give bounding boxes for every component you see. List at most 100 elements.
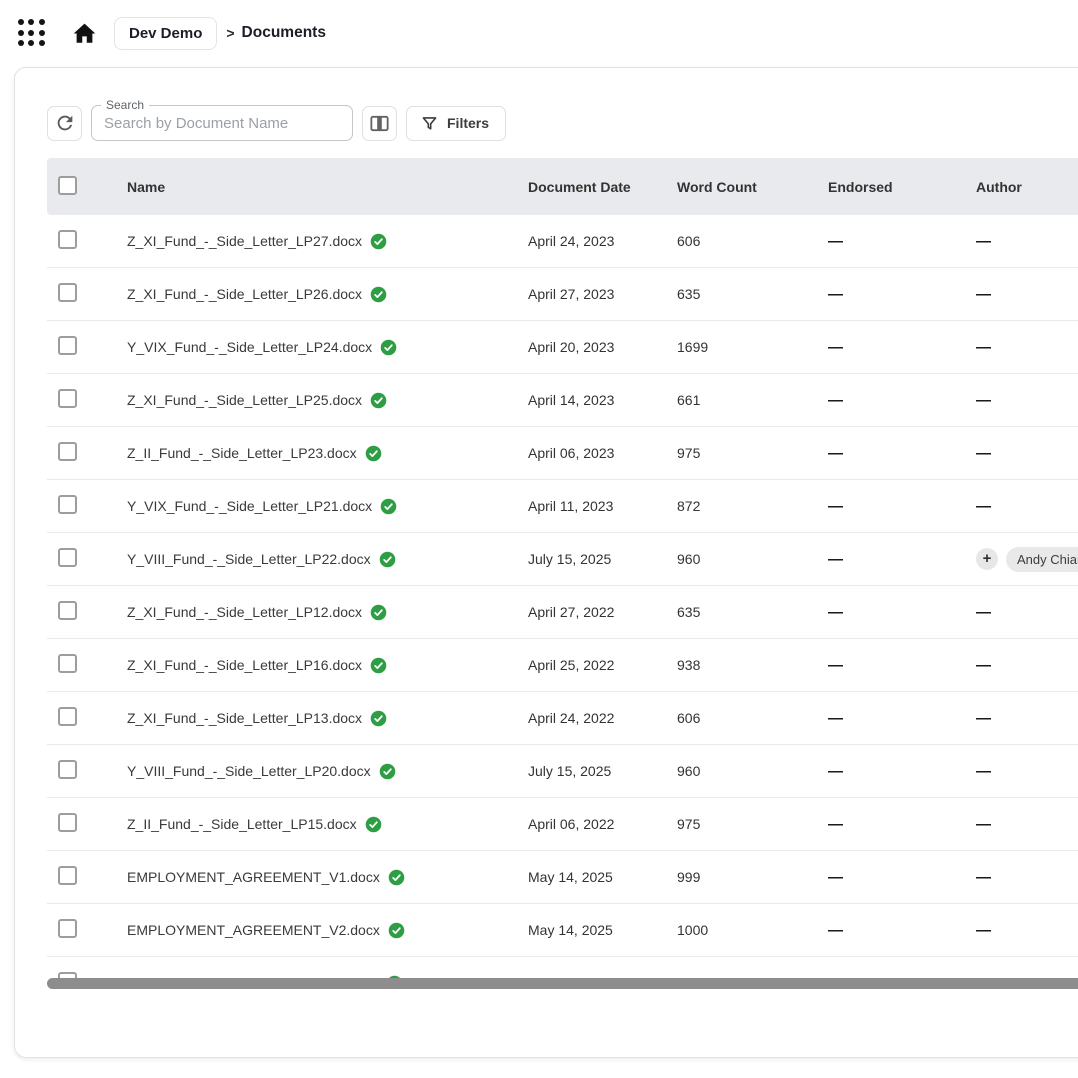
- author-chip[interactable]: Andy Chian: [1006, 547, 1078, 572]
- document-date: May 14, 2025: [528, 869, 677, 885]
- word-count: 1699: [677, 339, 828, 355]
- document-name[interactable]: Y_VIII_Fund_-_Side_Letter_LP20.docx: [127, 763, 371, 779]
- document-date: April 20, 2023: [528, 339, 677, 355]
- verified-check-icon: [370, 286, 387, 303]
- author-cell: —: [976, 710, 1078, 727]
- table-row: Z_XI_Fund_-_Side_Letter_LP16.docx April …: [47, 639, 1078, 692]
- verified-check-icon: [380, 339, 397, 356]
- author-cell: —: [976, 657, 1078, 674]
- document-date: April 27, 2023: [528, 286, 677, 302]
- home-icon: [71, 20, 98, 47]
- row-checkbox[interactable]: [58, 654, 77, 673]
- document-name[interactable]: Z_XI_Fund_-_Side_Letter_LP16.docx: [127, 657, 362, 673]
- refresh-button[interactable]: [47, 106, 82, 141]
- author-cell: —: [976, 233, 1078, 250]
- table-row: EMPLOYMENT_AGREEMENT_V1.docx May 14, 202…: [47, 851, 1078, 904]
- view-columns-icon: [368, 112, 391, 135]
- author-empty-value: —: [976, 604, 991, 621]
- word-count: 872: [677, 498, 828, 514]
- author-cell: —: [976, 286, 1078, 303]
- column-header-word-count[interactable]: Word Count: [677, 179, 828, 195]
- row-checkbox[interactable]: [58, 389, 77, 408]
- add-author-button[interactable]: +: [976, 548, 998, 570]
- author-cell: —: [976, 604, 1078, 621]
- filters-button[interactable]: Filters: [406, 106, 506, 141]
- table-row-partial: [47, 957, 1078, 980]
- column-settings-button[interactable]: [362, 106, 397, 141]
- author-cell: —: [976, 392, 1078, 409]
- endorsed-value: —: [828, 286, 976, 303]
- document-date: May 14, 2025: [528, 922, 677, 938]
- author-cell: —: [976, 869, 1078, 886]
- word-count: 960: [677, 763, 828, 779]
- word-count: 661: [677, 392, 828, 408]
- endorsed-value: —: [828, 710, 976, 727]
- document-name[interactable]: Y_VIX_Fund_-_Side_Letter_LP24.docx: [127, 339, 372, 355]
- document-name[interactable]: EMPLOYMENT_AGREEMENT_V2.docx: [127, 922, 380, 938]
- column-header-document-date[interactable]: Document Date: [528, 179, 677, 195]
- breadcrumb-root-label: Dev Demo: [129, 25, 202, 42]
- column-header-author[interactable]: Author: [976, 179, 1078, 195]
- author-empty-value: —: [976, 233, 991, 250]
- document-name[interactable]: EMPLOYMENT_AGREEMENT_V1.docx: [127, 869, 380, 885]
- table-row: Z_XI_Fund_-_Side_Letter_LP13.docx April …: [47, 692, 1078, 745]
- document-name[interactable]: Y_VIII_Fund_-_Side_Letter_LP22.docx: [127, 551, 371, 567]
- row-checkbox[interactable]: [58, 336, 77, 355]
- table-row: Y_VIII_Fund_-_Side_Letter_LP22.docx July…: [47, 533, 1078, 586]
- document-name[interactable]: Y_VIX_Fund_-_Side_Letter_LP21.docx: [127, 498, 372, 514]
- apps-grid-icon[interactable]: [18, 19, 45, 47]
- filter-icon: [420, 114, 439, 133]
- top-bar: Dev Demo > Documents: [0, 0, 1078, 66]
- document-name[interactable]: Z_II_Fund_-_Side_Letter_LP15.docx: [127, 816, 357, 832]
- table-row: Z_II_Fund_-_Side_Letter_LP23.docx April …: [47, 427, 1078, 480]
- breadcrumb-separator: >: [226, 25, 234, 41]
- endorsed-value: —: [828, 604, 976, 621]
- document-name[interactable]: Z_XI_Fund_-_Side_Letter_LP27.docx: [127, 233, 362, 249]
- row-checkbox[interactable]: [58, 813, 77, 832]
- verified-check-icon: [365, 445, 382, 462]
- select-all-checkbox[interactable]: [58, 176, 77, 195]
- row-checkbox[interactable]: [58, 495, 77, 514]
- row-checkbox[interactable]: [58, 230, 77, 249]
- verified-check-icon: [388, 869, 405, 886]
- document-date: April 24, 2023: [528, 233, 677, 249]
- table-row: Z_XI_Fund_-_Side_Letter_LP27.docx April …: [47, 215, 1078, 268]
- verified-check-icon: [388, 922, 405, 939]
- verified-check-icon: [379, 763, 396, 780]
- table-row: Z_II_Fund_-_Side_Letter_LP15.docx April …: [47, 798, 1078, 851]
- row-checkbox[interactable]: [58, 760, 77, 779]
- document-name[interactable]: Z_II_Fund_-_Side_Letter_LP23.docx: [127, 445, 357, 461]
- author-empty-value: —: [976, 498, 991, 515]
- endorsed-value: —: [828, 445, 976, 462]
- column-header-name[interactable]: Name: [127, 179, 528, 195]
- column-header-endorsed[interactable]: Endorsed: [828, 179, 976, 195]
- row-checkbox[interactable]: [58, 707, 77, 726]
- author-cell: —: [976, 339, 1078, 356]
- endorsed-value: —: [828, 869, 976, 886]
- document-name[interactable]: Z_XI_Fund_-_Side_Letter_LP12.docx: [127, 604, 362, 620]
- documents-panel: Search Filters Name Document Date Word C…: [14, 67, 1078, 1058]
- document-date: April 11, 2023: [528, 498, 677, 514]
- row-checkbox[interactable]: [58, 866, 77, 885]
- table-body: Z_XI_Fund_-_Side_Letter_LP27.docx April …: [47, 215, 1078, 980]
- document-name[interactable]: Z_XI_Fund_-_Side_Letter_LP13.docx: [127, 710, 362, 726]
- author-empty-value: —: [976, 710, 991, 727]
- document-name[interactable]: Z_XI_Fund_-_Side_Letter_LP25.docx: [127, 392, 362, 408]
- row-checkbox[interactable]: [58, 283, 77, 302]
- author-empty-value: —: [976, 286, 991, 303]
- table-row: Z_XI_Fund_-_Side_Letter_LP26.docx April …: [47, 268, 1078, 321]
- row-checkbox[interactable]: [58, 919, 77, 938]
- verified-check-icon: [365, 816, 382, 833]
- horizontal-scrollbar-thumb[interactable]: [47, 978, 1078, 989]
- document-name[interactable]: Z_XI_Fund_-_Side_Letter_LP26.docx: [127, 286, 362, 302]
- row-checkbox[interactable]: [58, 442, 77, 461]
- endorsed-value: —: [828, 498, 976, 515]
- row-checkbox[interactable]: [58, 601, 77, 620]
- document-date: July 15, 2025: [528, 763, 677, 779]
- filters-button-label: Filters: [447, 115, 489, 131]
- row-checkbox[interactable]: [58, 548, 77, 567]
- home-button[interactable]: [71, 20, 98, 47]
- breadcrumb-root[interactable]: Dev Demo: [114, 17, 217, 50]
- table-row: EMPLOYMENT_AGREEMENT_V2.docx May 14, 202…: [47, 904, 1078, 957]
- document-date: April 14, 2023: [528, 392, 677, 408]
